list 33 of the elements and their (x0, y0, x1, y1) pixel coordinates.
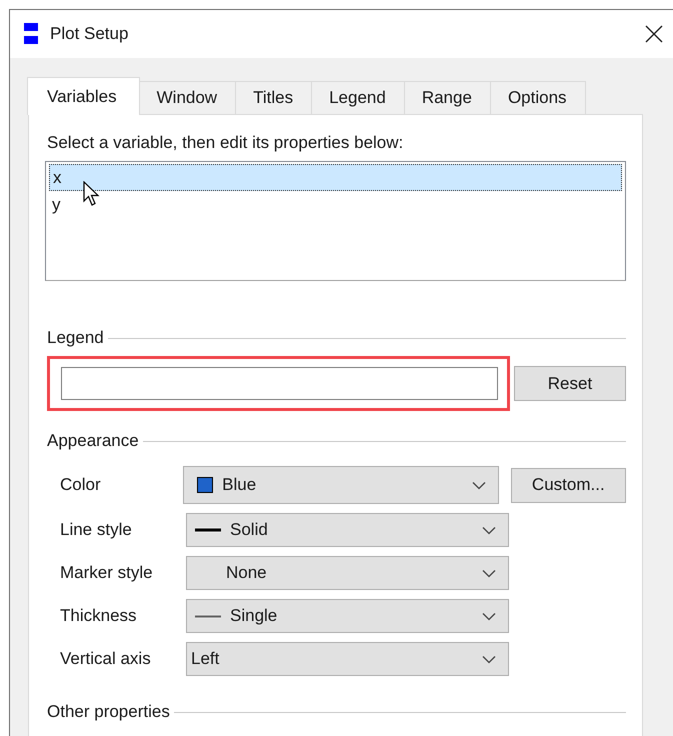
app-icon (24, 23, 38, 45)
custom-button[interactable]: Custom... (510, 468, 626, 502)
caret-icon (482, 612, 496, 620)
list-item[interactable]: y (49, 191, 622, 218)
field-label: Vertical axis (60, 649, 152, 669)
caret-icon (482, 568, 496, 578)
field-label: Line style (60, 520, 133, 540)
dropdown[interactable]: Single (186, 599, 509, 633)
line-sample-icon (195, 528, 221, 532)
field-label: Marker style (60, 563, 154, 583)
field-label: Color (60, 475, 102, 495)
section-heading: Appearance (47, 431, 139, 451)
tab[interactable]: Variables (27, 77, 140, 115)
legend-field[interactable] (61, 367, 498, 400)
caret-icon (482, 526, 496, 534)
caret-icon (482, 654, 496, 664)
instruction-text: Select a variable, then edit its properties below: (47, 133, 404, 153)
dropdown[interactable]: Left (186, 642, 509, 676)
reset-button[interactable]: Reset (514, 366, 626, 401)
section-heading: Other properties (47, 702, 170, 722)
section-heading: Legend (47, 328, 104, 348)
cursor-icon (83, 181, 101, 207)
variable-list[interactable]: x y (45, 161, 626, 281)
caret-icon (472, 480, 486, 490)
list-item[interactable]: x (49, 164, 622, 191)
line-sample-icon (195, 614, 221, 618)
close-icon[interactable] (645, 25, 663, 43)
dropdown[interactable]: Blue (183, 466, 499, 504)
dropdown[interactable]: None (186, 556, 509, 590)
window-title: Plot Setup (50, 24, 128, 44)
tab[interactable]: Options (490, 81, 586, 114)
dropdown[interactable]: Solid (186, 513, 509, 547)
field-label: Thickness (60, 606, 138, 626)
